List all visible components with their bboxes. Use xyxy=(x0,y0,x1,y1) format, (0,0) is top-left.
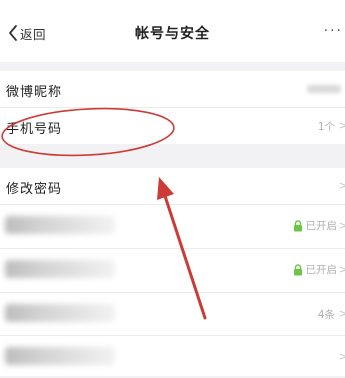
annotation-arrow-shaft xyxy=(163,194,207,320)
annotation-overlay xyxy=(1,107,207,320)
annotation-arrow-head xyxy=(157,177,174,200)
annotation-ellipse xyxy=(1,107,175,157)
